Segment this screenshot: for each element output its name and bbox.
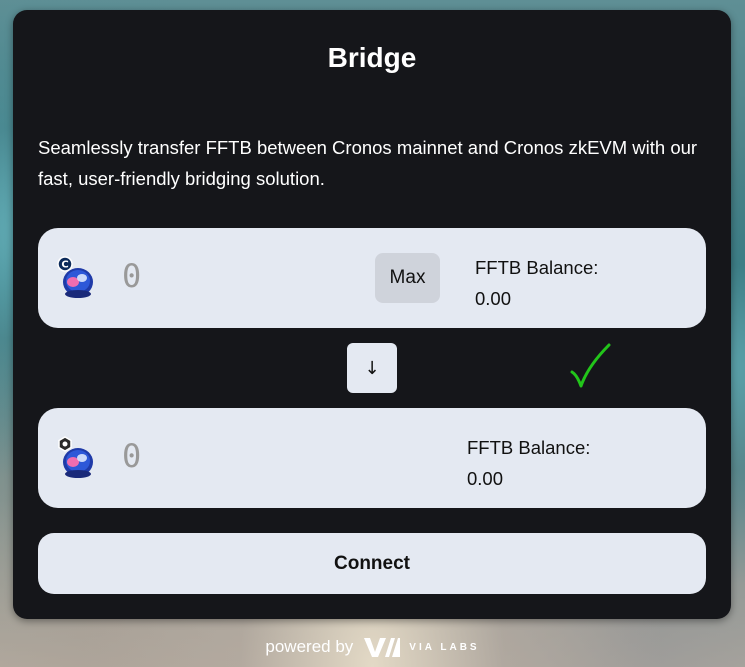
svg-text:C: C xyxy=(61,260,68,271)
source-amount-input[interactable] xyxy=(122,254,342,298)
footer: powered by VIA LABS xyxy=(0,636,745,658)
destination-panel: FFTB Balance: 0.00 xyxy=(38,408,706,508)
swap-direction-button[interactable]: ↓ xyxy=(347,343,397,393)
destination-balance: FFTB Balance: 0.00 xyxy=(467,432,590,494)
source-panel: C Max FFTB Balance: 0.00 xyxy=(38,228,706,328)
destination-balance-label: FFTB Balance: xyxy=(467,437,591,458)
source-balance: FFTB Balance: 0.00 xyxy=(475,252,598,314)
via-labs-wordmark: VIA LABS xyxy=(409,641,480,653)
max-button[interactable]: Max xyxy=(375,253,440,303)
powered-by-text: powered by xyxy=(265,637,354,656)
destination-balance-value: 0.00 xyxy=(467,468,504,489)
destination-amount-input[interactable] xyxy=(122,434,342,478)
source-balance-value: 0.00 xyxy=(475,288,512,309)
source-balance-label: FFTB Balance: xyxy=(475,257,599,278)
page-title: Bridge xyxy=(327,42,417,73)
via-labs-mark-icon xyxy=(364,638,401,657)
cronos-mainnet-token-icon: C xyxy=(57,256,93,298)
via-labs-logo[interactable]: VIA LABS xyxy=(363,636,479,658)
cronos-zkevm-token-icon xyxy=(58,436,93,478)
bridge-card: Bridge Seamlessly transfer FFTB between … xyxy=(13,10,731,619)
checkmark-icon xyxy=(570,343,611,388)
bridge-description: Seamlessly transfer FFTB between Cronos … xyxy=(38,137,698,189)
connect-button[interactable]: Connect xyxy=(38,533,706,594)
